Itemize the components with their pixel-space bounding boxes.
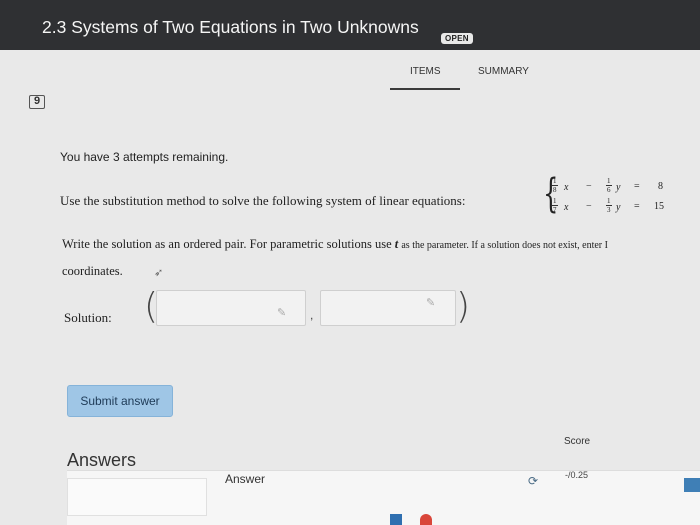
top-header: 2.3 Systems of Two Equations in Two Unkn… (0, 0, 700, 50)
equation-1: 1 8 x − 1 6 y = 8 (550, 177, 668, 197)
view-tabs: ITEMS SUMMARY (380, 66, 550, 92)
pencil-icon[interactable]: ✎ (426, 296, 435, 309)
coef-b1-den: 6 (607, 186, 611, 194)
coef-b2-num: 1 (606, 197, 612, 206)
coef-b1-num: 1 (606, 177, 612, 186)
question-prompt: Use the substitution method to solve the… (60, 193, 466, 208)
coef-a1-num: 1 (552, 177, 558, 186)
coef-b2: 1 3 (606, 197, 612, 214)
equation-2: 1 7 x − 1 3 y = 15 (550, 197, 668, 217)
var-x2: x (564, 202, 569, 213)
active-tab-indicator (390, 88, 460, 90)
var-x1: x (564, 182, 569, 193)
close-paren: ) (456, 286, 471, 327)
instructions-line2: coordinates. (62, 264, 123, 278)
taskbar (390, 514, 450, 525)
tab-items[interactable]: ITEMS (410, 66, 441, 77)
solution-y-input[interactable] (320, 290, 456, 326)
coef-b1: 1 6 (606, 177, 612, 194)
coef-a1: 1 8 (552, 177, 558, 194)
pencil-icon[interactable]: ✎ (277, 306, 286, 319)
equals-2: = (634, 201, 640, 212)
attempts-remaining: You have 3 attempts remaining. (60, 150, 229, 164)
status-badge: OPEN (441, 33, 473, 44)
parameter-symbol: t (394, 237, 399, 251)
assignment-title: 2.3 Systems of Two Equations in Two Unkn… (42, 17, 419, 37)
coef-b2-den: 3 (607, 206, 611, 214)
coef-a2-den: 7 (553, 206, 557, 214)
instructions-rest: as the parameter. If a solution does not… (401, 240, 608, 251)
coef-a2: 1 7 (552, 197, 558, 214)
var-y1: y (616, 182, 621, 193)
browser-icon[interactable] (420, 514, 432, 525)
answer-column-header: Answer (225, 472, 266, 486)
corner-app-icon[interactable] (684, 478, 700, 492)
answers-heading: Answers (67, 450, 137, 470)
score-value: -/0.25 (565, 470, 589, 480)
coef-a2-num: 1 (552, 197, 558, 206)
answer-cell (67, 478, 207, 516)
tab-summary[interactable]: SUMMARY (478, 66, 529, 77)
coef-a1-den: 8 (553, 186, 557, 194)
taskbar-app-icon[interactable] (390, 514, 402, 525)
rhs-2: 15 (654, 201, 664, 212)
instructions-main: Write the solution as an ordered pair. F… (62, 237, 392, 251)
solution-label: Solution: (64, 310, 112, 325)
instructions: Write the solution as an ordered pair. F… (62, 232, 700, 258)
op-1: − (586, 181, 592, 192)
comma: , (310, 308, 314, 322)
question-number[interactable]: 9 (29, 95, 45, 109)
submit-answer-button[interactable]: Submit answer (67, 385, 173, 417)
mouse-cursor-icon: ➶ (154, 267, 164, 279)
equals-1: = (634, 181, 640, 192)
rhs-1: 8 (658, 181, 663, 192)
equation-system: { 1 8 x − 1 6 y = 8 1 7 x − 1 3 y = 15 (538, 172, 668, 220)
var-y2: y (616, 202, 621, 213)
refresh-icon[interactable]: ⟳ (528, 474, 538, 488)
score-column-header: Score (564, 436, 591, 447)
op-2: − (586, 201, 592, 212)
